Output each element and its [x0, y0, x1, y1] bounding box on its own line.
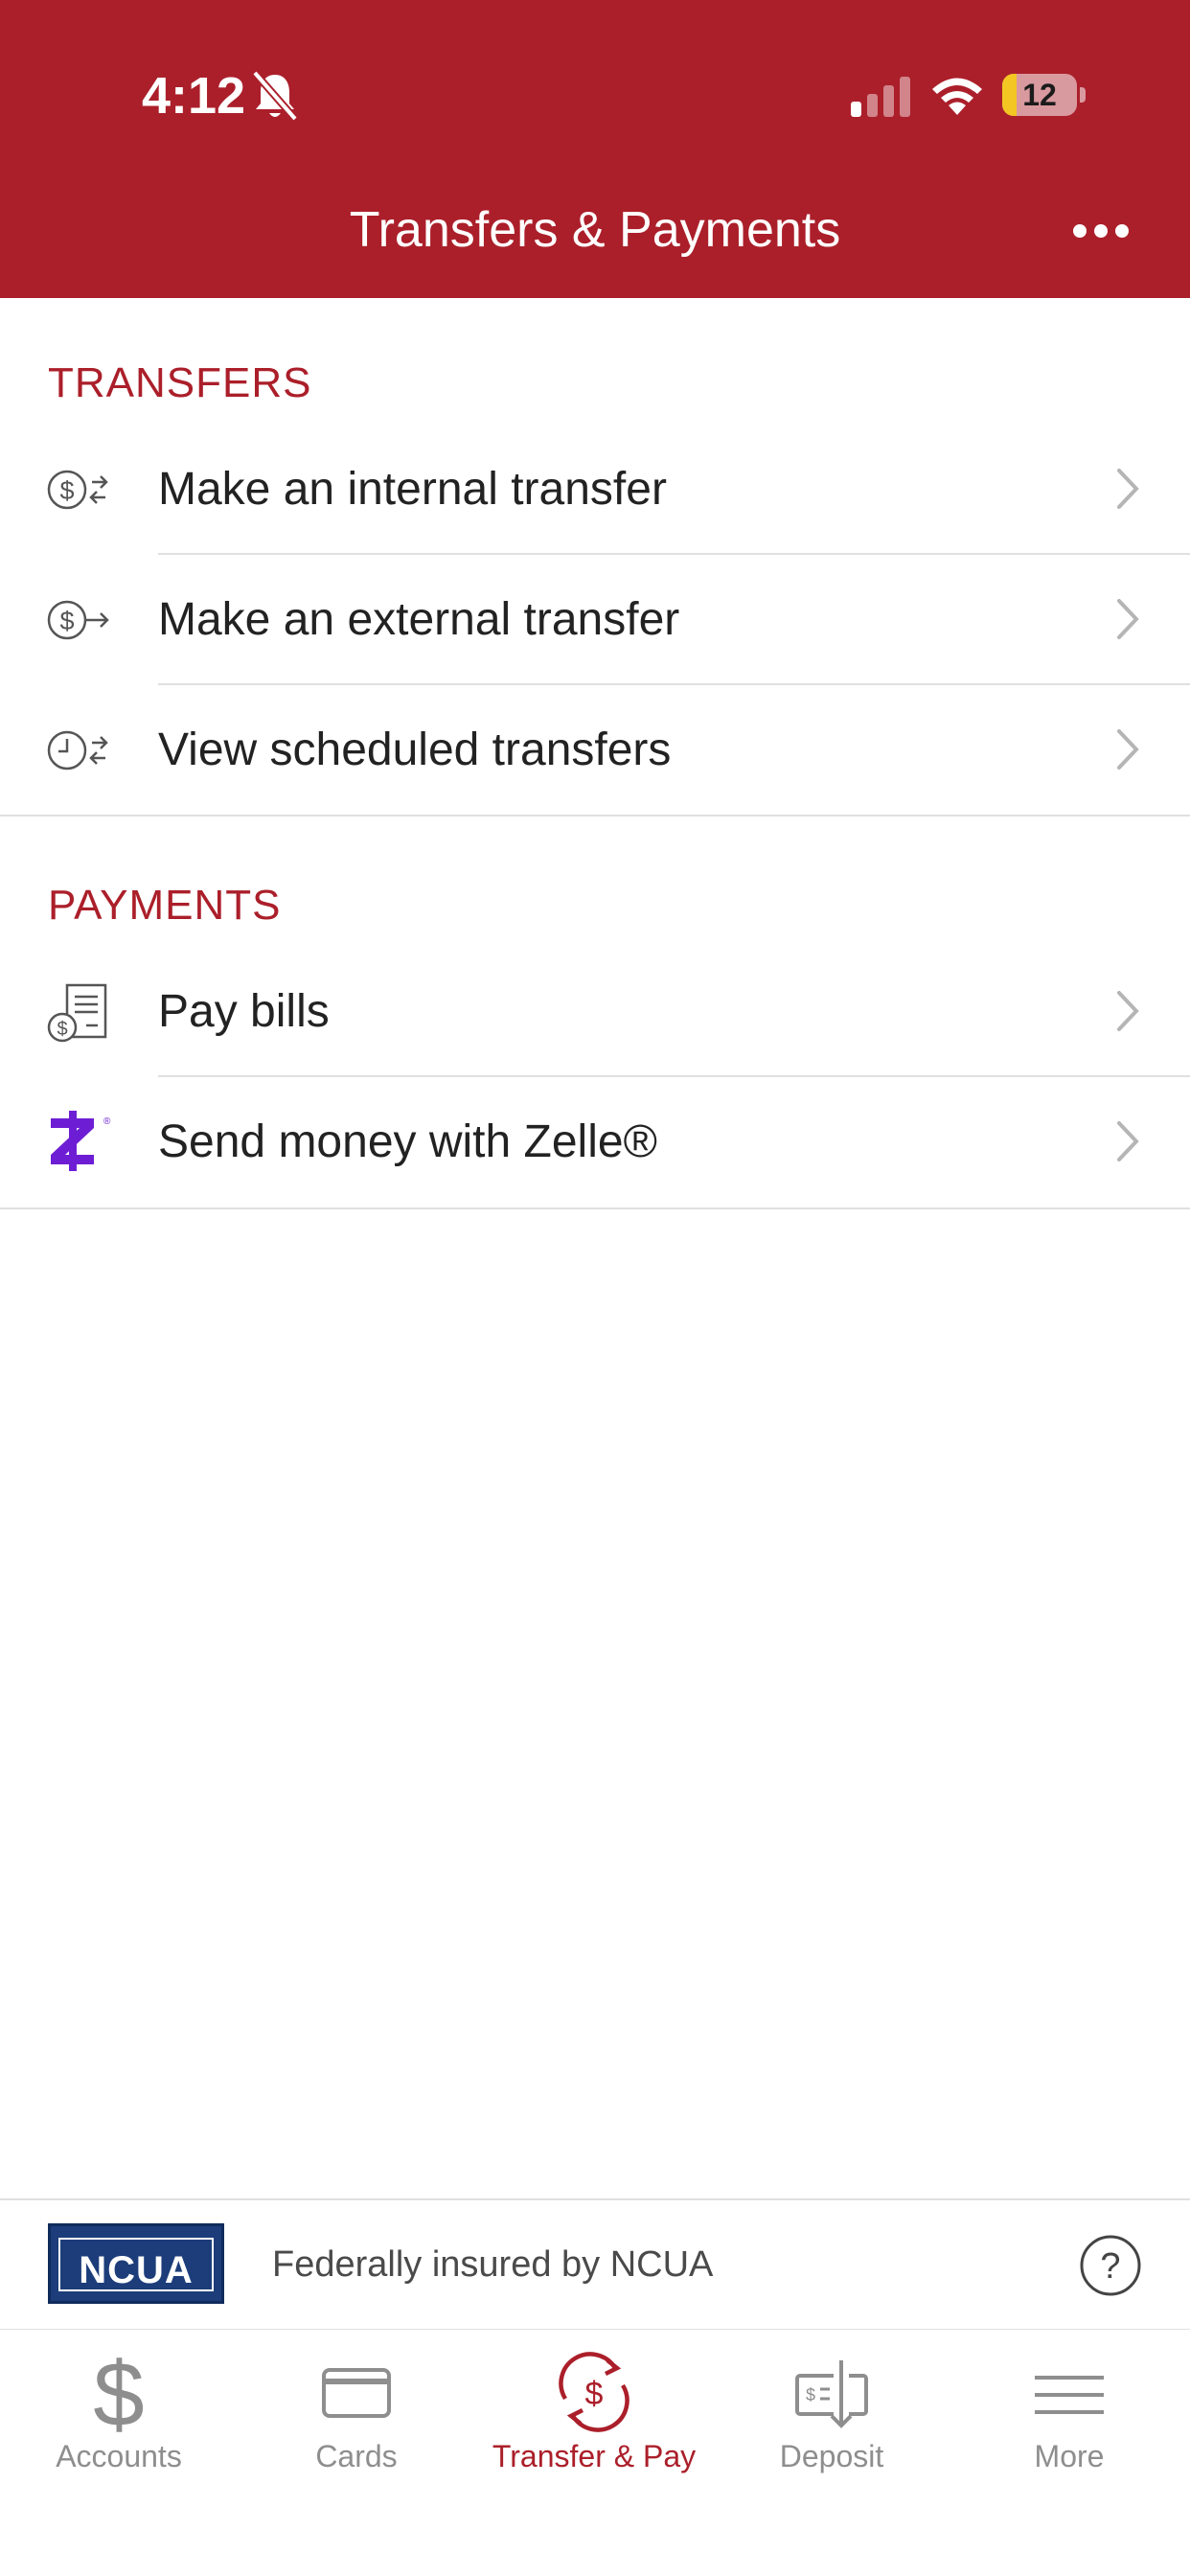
svg-text:$: $ — [806, 2385, 815, 2404]
tab-more[interactable]: More — [950, 2330, 1188, 2502]
ncua-logo: NCUA — [48, 2223, 224, 2304]
bell-muted-icon — [251, 70, 299, 122]
payments-section-title: PAYMENTS — [48, 882, 282, 929]
zelle-row[interactable]: ® Send money with Zelle® — [0, 1077, 1190, 1208]
dollar-icon: $ — [93, 2349, 144, 2435]
card-icon — [322, 2368, 391, 2418]
ncua-insured-text: Federally insured by NCUA — [272, 2244, 714, 2285]
external-transfer-icon: $ — [47, 600, 109, 640]
external-transfer-label: Make an external transfer — [158, 594, 680, 645]
tab-bar: $ Accounts Cards $ Transfer & Pay $ Depo… — [0, 2330, 1190, 2576]
zelle-label: Send money with Zelle® — [158, 1116, 657, 1167]
pay-bills-row[interactable]: $ Pay bills — [0, 947, 1190, 1077]
svg-text:$: $ — [57, 1019, 67, 1040]
more-horizontal-icon[interactable] — [1071, 213, 1131, 249]
tab-transfer-pay-label: Transfer & Pay — [492, 2439, 697, 2473]
tab-accounts-label: Accounts — [56, 2439, 182, 2473]
section-divider — [0, 1208, 1190, 1209]
tab-transfer-pay[interactable]: $ Transfer & Pay — [475, 2330, 713, 2502]
tab-cards-label: Cards — [315, 2439, 398, 2473]
external-transfer-row[interactable]: $ Make an external transfer — [0, 555, 1190, 685]
transfer-pay-icon: $ — [559, 2352, 629, 2432]
scheduled-transfer-icon — [47, 730, 108, 770]
chevron-right-icon — [1117, 1121, 1139, 1162]
wifi-icon — [932, 78, 982, 115]
pay-bills-label: Pay bills — [158, 986, 330, 1037]
section-divider — [0, 815, 1190, 816]
help-icon[interactable]: ? — [1079, 2234, 1142, 2297]
app-header: 4:12 12 Transfers & Payments — [0, 0, 1190, 298]
check-deposit-icon: $ — [795, 2360, 868, 2428]
chevron-right-icon — [1117, 729, 1139, 770]
cellular-signal-icon — [851, 77, 910, 117]
chevron-right-icon — [1117, 991, 1139, 1031]
tab-cards[interactable]: Cards — [238, 2330, 475, 2502]
tab-deposit[interactable]: $ Deposit — [713, 2330, 950, 2502]
svg-text:?: ? — [1100, 2246, 1120, 2287]
svg-text:$: $ — [93, 2349, 144, 2435]
status-time: 4:12 — [142, 67, 246, 125]
battery-level: 12 — [1022, 78, 1057, 112]
internal-transfer-icon: $ — [47, 470, 108, 510]
chevron-right-icon — [1117, 599, 1139, 639]
scheduled-transfers-row[interactable]: View scheduled transfers — [0, 685, 1190, 816]
svg-text:$: $ — [585, 2376, 604, 2412]
svg-text:®: ® — [103, 1116, 111, 1127]
battery-indicator: 12 — [1002, 74, 1087, 116]
svg-text:$: $ — [59, 476, 74, 505]
tab-more-label: More — [1034, 2439, 1105, 2473]
chevron-right-icon — [1117, 469, 1139, 509]
ncua-bar: NCUA Federally insured by NCUA ? — [0, 2199, 1190, 2330]
tab-accounts[interactable]: $ Accounts — [0, 2330, 238, 2502]
bill-pay-icon: $ — [47, 983, 107, 1043]
zelle-icon: ® — [51, 1111, 111, 1171]
scheduled-transfers-label: View scheduled transfers — [158, 724, 672, 775]
tab-deposit-label: Deposit — [779, 2439, 884, 2473]
svg-text:$: $ — [59, 607, 74, 635]
internal-transfer-row[interactable]: $ Make an internal transfer — [0, 425, 1190, 555]
page-title: Transfers & Payments — [349, 202, 841, 258]
transfers-section-title: TRANSFERS — [48, 359, 312, 406]
internal-transfer-label: Make an internal transfer — [158, 464, 667, 515]
menu-icon — [1035, 2376, 1104, 2414]
ncua-logo-text: NCUA — [79, 2249, 194, 2291]
